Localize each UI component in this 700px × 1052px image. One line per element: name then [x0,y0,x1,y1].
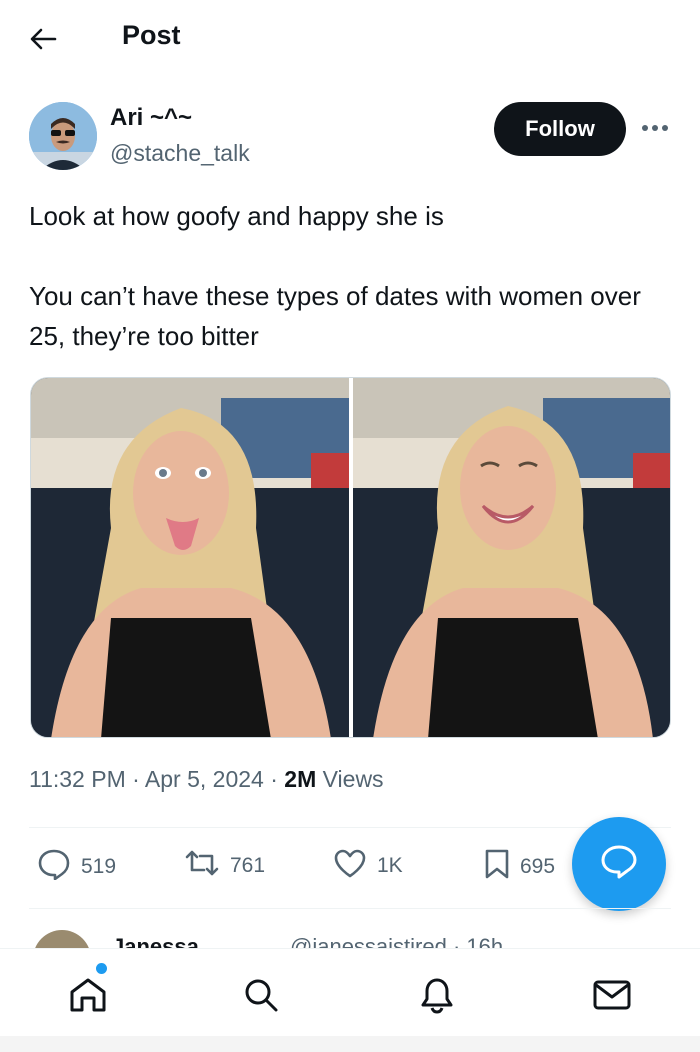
author-row: Ari ~^~ @stache_talk Follow [0,98,700,178]
repost-count: 761 [230,854,266,877]
reply-author-handle[interactable]: @janessaistired · 16h [290,934,503,948]
post-meta: 11:32 PM · Apr 5, 2024 · 2M Views [29,766,384,793]
more-icon[interactable] [638,116,672,140]
compose-reply-icon [599,843,639,886]
post-media[interactable] [30,377,671,738]
reply-author-name[interactable]: Janessa [112,934,199,948]
post-photo-1[interactable] [31,378,349,737]
reply-icon [37,848,71,886]
views-count: 2M [284,766,317,792]
post-photo-2[interactable] [352,378,670,737]
bookmark-count: 695 [520,855,556,878]
home-notification-dot [96,963,107,974]
author-name[interactable]: Ari ~^~ [110,104,192,132]
home-icon[interactable] [66,973,110,1017]
top-bar: Post [0,0,700,78]
reply-preview[interactable]: Janessa @janessaistired · 16h [0,926,700,948]
search-icon[interactable] [239,973,283,1017]
avatar[interactable] [29,102,97,170]
post-text-line-2: You can’t have these types of dates with… [29,281,641,351]
divider [29,908,671,909]
avatar[interactable] [33,930,91,948]
back-arrow-icon[interactable] [26,22,60,56]
like-count: 1K [377,854,403,877]
like-button[interactable]: 1K [333,848,403,884]
notifications-icon[interactable] [415,973,459,1017]
reply-count: 519 [81,855,117,878]
home-indicator [0,1036,700,1052]
page-title: Post [122,20,181,50]
bookmark-icon [484,848,510,886]
compose-reply-button[interactable] [572,817,666,911]
repost-button[interactable]: 761 [184,848,265,884]
divider [29,827,671,828]
like-icon [333,848,367,884]
repost-icon [184,848,220,884]
follow-button[interactable]: Follow [494,102,626,156]
reply-button[interactable]: 519 [37,848,116,886]
author-handle[interactable]: @stache_talk [110,140,250,167]
post-timestamp[interactable]: 11:32 PM · Apr 5, 2024 · [29,766,284,792]
messages-icon[interactable] [590,973,634,1017]
post-text-line-1: Look at how goofy and happy she is [29,201,444,231]
bookmark-button[interactable]: 695 [484,848,555,886]
views-label: Views [316,766,384,792]
